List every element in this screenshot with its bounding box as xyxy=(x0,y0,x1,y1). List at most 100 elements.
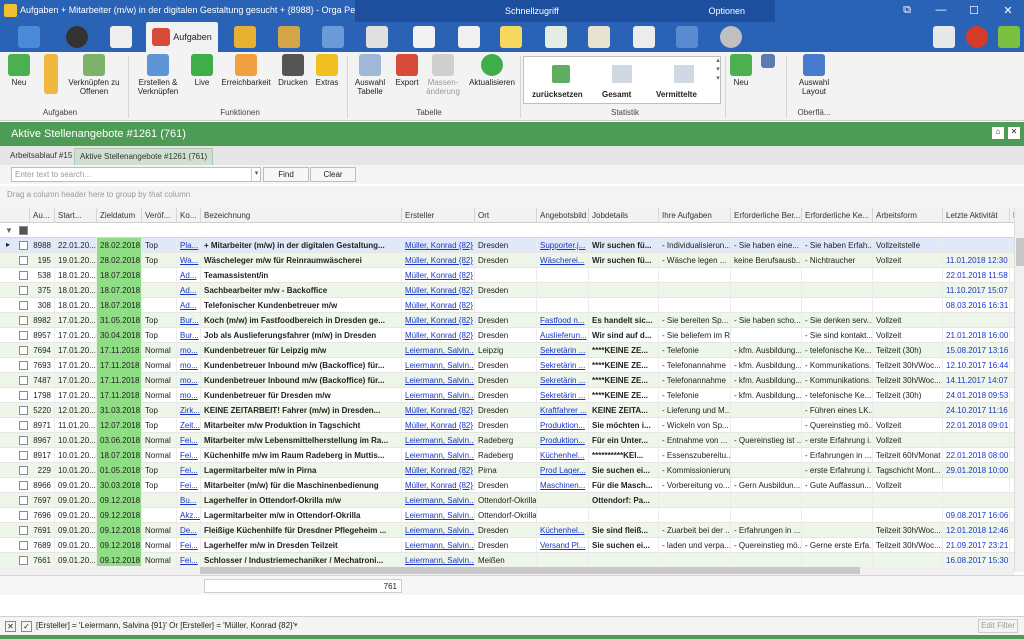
filter-enabled-checkbox[interactable]: ✓ xyxy=(21,621,32,632)
table-row[interactable]: 7487 17.01.20... 17.11.2018 Normal mo... Kund… xyxy=(0,373,1014,388)
search-input[interactable]: Enter text to search... xyxy=(11,167,261,182)
layout-edit-tools[interactable] xyxy=(757,54,779,70)
table-row[interactable]: 8982 17.01.20... 31.05.2018 Top Bur... Koch (… xyxy=(0,313,1014,328)
row-checkbox[interactable] xyxy=(19,301,28,310)
column-header[interactable]: Au... xyxy=(30,208,55,223)
table-cell[interactable]: Fei... xyxy=(177,463,201,478)
tab-person[interactable] xyxy=(58,22,95,52)
table-row[interactable]: 7693 17.01.20... 17.11.2018 Normal mo... Kund… xyxy=(0,358,1014,373)
table-cell[interactable] xyxy=(537,493,589,508)
row-checkbox[interactable] xyxy=(19,271,28,280)
row-checkbox[interactable] xyxy=(19,316,28,325)
table-cell[interactable]: Müller, Konrad {82} xyxy=(402,283,475,298)
stat-vermittelte[interactable]: Vermittelte xyxy=(656,90,697,99)
row-checkbox[interactable] xyxy=(19,496,28,505)
statistik-gallery[interactable]: zurücksetzen Gesamt Vermittelte xyxy=(523,56,721,104)
table-cell[interactable]: Fastfood n... xyxy=(537,313,589,328)
edit-filter-button[interactable]: Edit Filter xyxy=(978,619,1018,633)
column-header[interactable]: Ihre Aufgaben xyxy=(659,208,731,223)
tab-qa7[interactable] xyxy=(625,22,662,52)
table-cell[interactable]: Bur... xyxy=(177,328,201,343)
erstellen-button[interactable]: Erstellen & Verknüpfen xyxy=(133,54,183,96)
column-header[interactable]: Ko... xyxy=(177,208,201,223)
table-row[interactable]: 8966 09.01.20... 30.03.2018 Top Fei... Mitarb… xyxy=(0,478,1014,493)
table-cell[interactable]: Prod Lager... xyxy=(537,463,589,478)
table-cell[interactable]: Küchenhel... xyxy=(537,448,589,463)
tab-arbeitsablauf[interactable]: Arbeitsablauf #15 xyxy=(5,148,77,165)
table-cell[interactable]: Leiermann, Salvin... xyxy=(402,538,475,553)
stat-gesamt[interactable]: Gesamt xyxy=(602,90,631,99)
column-header[interactable]: Bezeichnung xyxy=(201,208,402,223)
column-header[interactable]: Zieldatum xyxy=(97,208,142,223)
table-cell[interactable]: Müller, Konrad {82} xyxy=(402,253,475,268)
table-cell[interactable] xyxy=(537,268,589,283)
tab-qa8[interactable] xyxy=(668,22,705,52)
table-cell[interactable]: Fei... xyxy=(177,433,201,448)
maximize-button[interactable]: ☐ xyxy=(962,4,986,17)
select-all-checkbox[interactable] xyxy=(19,226,28,235)
tab-qa9[interactable] xyxy=(712,22,749,52)
table-cell[interactable]: Supporter.j... xyxy=(537,238,589,253)
column-header[interactable]: Erforderliche Ber... xyxy=(731,208,802,223)
table-cell[interactable]: Sekretärin ... xyxy=(537,343,589,358)
row-checkbox[interactable] xyxy=(19,376,28,385)
extras-button[interactable]: Extras xyxy=(312,54,342,87)
clear-button[interactable]: Clear xyxy=(310,167,356,182)
group-panel-hint[interactable]: Drag a column header here to group by th… xyxy=(0,186,1024,208)
column-header[interactable]: Arbeitsform xyxy=(873,208,943,223)
table-row[interactable]: 7689 09.01.20... 09.12.2018 Normal Fei... Lag… xyxy=(0,538,1014,553)
tab-tasks-right[interactable] xyxy=(925,22,962,52)
table-row[interactable]: 8917 10.01.20... 18.07.2018 Normal Fei... Küc… xyxy=(0,448,1014,463)
column-header[interactable]: Erforderliche Ke... xyxy=(802,208,873,223)
table-row[interactable]: 195 19.01.20... 28.02.2018 Top Wa... Wäschele… xyxy=(0,253,1014,268)
table-cell[interactable]: Sekretärin ... xyxy=(537,388,589,403)
table-row[interactable]: 308 18.01.20... 18.07.2018 Ad... Telefonisch… xyxy=(0,298,1014,313)
tab-qa4[interactable] xyxy=(492,22,529,52)
tab-contact[interactable] xyxy=(314,22,351,52)
table-cell[interactable]: Auslieferun... xyxy=(537,328,589,343)
table-cell[interactable] xyxy=(537,508,589,523)
verknuepfen-button[interactable]: Verknüpfen zu Offenen xyxy=(68,54,120,96)
table-row[interactable]: 229 10.01.20... 01.05.2018 Top Fei... Lagermi… xyxy=(0,463,1014,478)
table-row[interactable]: 375 18.01.20... 18.07.2018 Ad... Sachbearbei… xyxy=(0,283,1014,298)
stat-zuruecksetzen[interactable]: zurücksetzen xyxy=(532,90,583,99)
table-cell[interactable]: Müller, Konrad {82} xyxy=(402,403,475,418)
table-cell[interactable]: Fei... xyxy=(177,538,201,553)
row-checkbox[interactable] xyxy=(19,391,28,400)
massenaenderung-button[interactable]: Massen-änderung xyxy=(424,54,462,96)
column-header[interactable]: Letzte Aktivität xyxy=(943,208,1010,223)
table-cell[interactable]: Kraftfahrer ... xyxy=(537,403,589,418)
confirm-button[interactable] xyxy=(990,22,1024,52)
tab-aktive-stellenangebote[interactable]: Aktive Stellenangebote #1261 (761) xyxy=(74,148,214,165)
auswahl-layout-button[interactable]: Auswahl Layout xyxy=(792,54,836,96)
filter-expression[interactable]: [Ersteller] = 'Leiermann, Salvina {91}' … xyxy=(36,621,294,630)
table-row[interactable]: 1798 17.01.20... 17.11.2018 Normal mo... Kund… xyxy=(0,388,1014,403)
table-cell[interactable]: Ad... xyxy=(177,298,201,313)
table-cell[interactable]: Zirk... xyxy=(177,403,201,418)
table-row[interactable]: 7694 17.01.20... 17.11.2018 Normal mo... Kund… xyxy=(0,343,1014,358)
table-cell[interactable]: Müller, Konrad {82} xyxy=(402,298,475,313)
table-cell[interactable]: Müller, Konrad {82} xyxy=(402,268,475,283)
horizontal-scrollbar[interactable] xyxy=(0,566,1014,575)
table-row[interactable]: 538 18.01.20... 18.07.2018 Ad... Teamassiste… xyxy=(0,268,1014,283)
table-row[interactable]: 7696 09.01.20... 09.12.2018 Akz... Lagermita… xyxy=(0,508,1014,523)
table-cell[interactable]: Leiermann, Salvin... xyxy=(402,523,475,538)
column-header[interactable]: Start... xyxy=(55,208,97,223)
row-checkbox[interactable] xyxy=(19,556,28,565)
table-row[interactable]: 5220 12.01.20... 31.03.2018 Top Zirk... KEINE… xyxy=(0,403,1014,418)
table-cell[interactable]: Leiermann, Salvin... xyxy=(402,448,475,463)
search-dropdown[interactable]: ▾ xyxy=(251,167,261,182)
table-cell[interactable]: Müller, Konrad {82} xyxy=(402,328,475,343)
column-header[interactable]: Veröf... xyxy=(142,208,177,223)
panel-close-icon[interactable]: ✕ xyxy=(1008,127,1020,139)
row-checkbox[interactable] xyxy=(19,541,28,550)
table-cell[interactable]: mo... xyxy=(177,373,201,388)
table-cell[interactable]: Fei... xyxy=(177,448,201,463)
table-cell[interactable]: De... xyxy=(177,523,201,538)
row-checkbox[interactable] xyxy=(19,346,28,355)
pin-icon[interactable]: ⌂ xyxy=(992,127,1004,139)
row-checkbox[interactable] xyxy=(19,331,28,340)
table-cell[interactable]: Produktion... xyxy=(537,433,589,448)
table-cell[interactable] xyxy=(537,283,589,298)
table-cell[interactable]: Leiermann, Salvin... xyxy=(402,388,475,403)
